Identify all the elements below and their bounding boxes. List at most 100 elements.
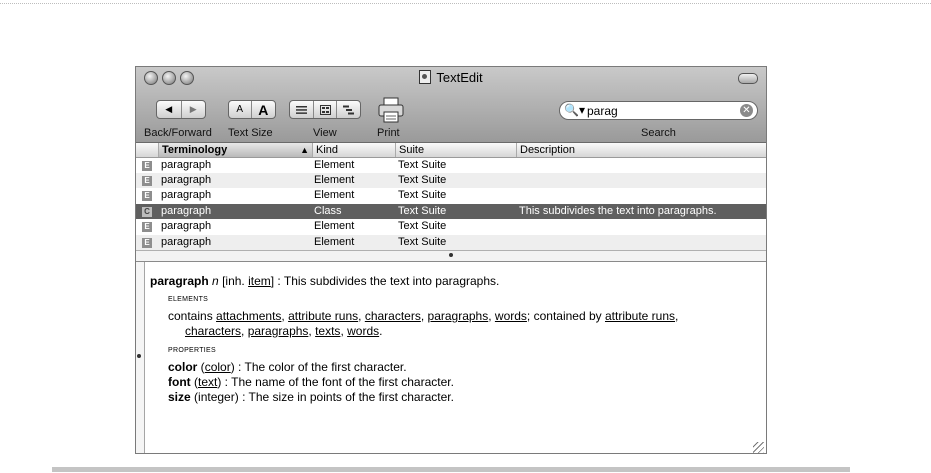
link-contained-by-words[interactable]: words bbox=[347, 324, 379, 338]
column-header-kind[interactable]: Kind bbox=[312, 143, 395, 157]
property-color: color (color) : The color of the first c… bbox=[168, 360, 407, 374]
table-row-selected[interactable]: C paragraph Class Text Suite This subdiv… bbox=[136, 204, 766, 219]
row-term: paragraph bbox=[161, 159, 212, 171]
property-description: : The name of the font of the first char… bbox=[221, 375, 454, 389]
properties-heading: PROPERTIES bbox=[168, 347, 216, 354]
textedit-dictionary-window: TextEdit ◀ ▶ A A 🔍▾ parag ✕ Back/Forward… bbox=[135, 66, 767, 454]
resize-grip-icon[interactable] bbox=[753, 442, 764, 453]
element-badge-icon: E bbox=[142, 176, 152, 186]
view-hierarchy-button[interactable] bbox=[337, 101, 360, 118]
list-view-icon bbox=[295, 105, 307, 114]
elements-line-1: contains attachments, attribute runs, ch… bbox=[168, 309, 679, 323]
property-name: color bbox=[168, 360, 198, 374]
column-header-suite[interactable]: Suite bbox=[395, 143, 516, 157]
row-suite: Text Suite bbox=[398, 159, 447, 171]
clear-search-icon[interactable]: ✕ bbox=[740, 104, 753, 117]
search-magnifier-icon[interactable]: 🔍▾ bbox=[564, 103, 585, 117]
elements-heading: ELEMENTS bbox=[168, 296, 209, 303]
toolbar: TextEdit ◀ ▶ A A 🔍▾ parag ✕ Back/Forward… bbox=[136, 67, 766, 143]
property-type-link[interactable]: text bbox=[198, 375, 217, 389]
link-contained-by-paragraphs[interactable]: paragraphs bbox=[248, 324, 309, 338]
property-description: : The color of the first character. bbox=[234, 360, 407, 374]
terminology-header-label: Terminology bbox=[162, 144, 228, 156]
pane-splitter[interactable] bbox=[136, 250, 766, 262]
table-header: Terminology ▲ Kind Suite Description bbox=[136, 143, 766, 158]
link-contained-by-attribute-runs[interactable]: attribute runs bbox=[605, 309, 675, 323]
printer-icon[interactable] bbox=[377, 97, 405, 123]
property-name: size bbox=[168, 390, 191, 404]
search-field[interactable]: 🔍▾ ✕ bbox=[559, 101, 758, 120]
element-badge-icon: E bbox=[142, 222, 152, 232]
terminology-table: E paragraph Element Text Suite E paragra… bbox=[136, 158, 766, 250]
badge-column-header bbox=[136, 143, 158, 157]
hierarchy-view-icon bbox=[343, 105, 355, 114]
page-bottom-divider bbox=[52, 467, 850, 472]
inherits-prefix: [inh. bbox=[222, 274, 245, 288]
definition-term: paragraph bbox=[150, 274, 209, 288]
row-term: paragraph bbox=[161, 189, 212, 201]
link-contained-by-texts[interactable]: texts bbox=[315, 324, 340, 338]
link-attribute-runs[interactable]: attribute runs bbox=[288, 309, 358, 323]
link-attachments[interactable]: attachments bbox=[216, 309, 281, 323]
link-contained-by-characters[interactable]: characters bbox=[185, 324, 241, 338]
table-row[interactable]: E paragraph Element Text Suite bbox=[136, 188, 766, 203]
table-row[interactable]: E paragraph Element Text Suite bbox=[136, 219, 766, 234]
link-characters[interactable]: characters bbox=[365, 309, 421, 323]
row-term: paragraph bbox=[161, 220, 212, 232]
table-row[interactable]: E paragraph Element Text Suite bbox=[136, 235, 766, 250]
forward-button[interactable]: ▶ bbox=[182, 101, 206, 118]
search-input[interactable] bbox=[587, 103, 727, 118]
row-description: This subdivides the text into paragraphs… bbox=[519, 205, 717, 217]
side-splitter-handle-icon[interactable] bbox=[137, 354, 141, 358]
row-suite: Text Suite bbox=[398, 189, 447, 201]
forward-arrow-icon: ▶ bbox=[189, 104, 197, 114]
row-suite: Text Suite bbox=[398, 174, 447, 186]
row-suite: Text Suite bbox=[398, 205, 447, 217]
back-arrow-icon: ◀ bbox=[165, 104, 173, 114]
back-button[interactable]: ◀ bbox=[157, 101, 182, 118]
splitter-handle-icon[interactable] bbox=[449, 253, 453, 257]
back-forward-label: Back/Forward bbox=[144, 127, 212, 139]
link-words[interactable]: words bbox=[495, 309, 527, 323]
row-kind: Class bbox=[314, 205, 342, 217]
smaller-text-button[interactable]: A bbox=[229, 101, 252, 118]
row-term: paragraph bbox=[161, 205, 212, 217]
print-label: Print bbox=[377, 127, 400, 139]
table-row[interactable]: E paragraph Element Text Suite bbox=[136, 158, 766, 173]
larger-text-button[interactable]: A bbox=[252, 101, 275, 118]
link-paragraphs[interactable]: paragraphs bbox=[428, 309, 489, 323]
element-badge-icon: E bbox=[142, 191, 152, 201]
definition-part-of-speech: n bbox=[212, 274, 219, 288]
window-title: TextEdit bbox=[436, 70, 483, 85]
row-term: paragraph bbox=[161, 174, 212, 186]
definition-summary: paragraph n [inh. item] : This subdivide… bbox=[150, 274, 499, 288]
property-type-link[interactable]: color bbox=[205, 360, 231, 374]
window-title-bar: TextEdit bbox=[136, 70, 766, 85]
page-top-divider bbox=[0, 3, 931, 4]
document-icon bbox=[419, 70, 432, 84]
property-description: : The size in points of the first charac… bbox=[238, 390, 454, 404]
contained-by-text: ; contained by bbox=[526, 309, 602, 323]
elements-line-2: characters, paragraphs, texts, words. bbox=[185, 324, 383, 338]
inherits-item-link[interactable]: item bbox=[248, 274, 271, 288]
text-size-label: Text Size bbox=[228, 127, 273, 139]
property-name: font bbox=[168, 375, 191, 389]
row-kind: Element bbox=[314, 189, 355, 201]
column-header-description[interactable]: Description bbox=[516, 143, 766, 157]
property-type: integer bbox=[198, 390, 235, 404]
column-view-icon bbox=[319, 104, 331, 115]
row-kind: Element bbox=[314, 174, 355, 186]
column-header-terminology[interactable]: Terminology ▲ bbox=[158, 143, 312, 157]
toolbar-toggle-button[interactable] bbox=[738, 73, 758, 84]
search-label: Search bbox=[641, 127, 676, 139]
text-size-control: A A bbox=[228, 100, 276, 119]
larger-text-label: A bbox=[258, 101, 269, 118]
table-row[interactable]: E paragraph Element Text Suite bbox=[136, 173, 766, 188]
smaller-text-label: A bbox=[236, 104, 244, 115]
suite-header-label: Suite bbox=[399, 144, 425, 156]
definition-pane-left-strip bbox=[136, 262, 145, 453]
view-columns-button[interactable] bbox=[314, 101, 338, 118]
row-kind: Element bbox=[314, 159, 355, 171]
sort-ascending-icon: ▲ bbox=[300, 145, 309, 155]
view-list-button[interactable] bbox=[290, 101, 314, 118]
